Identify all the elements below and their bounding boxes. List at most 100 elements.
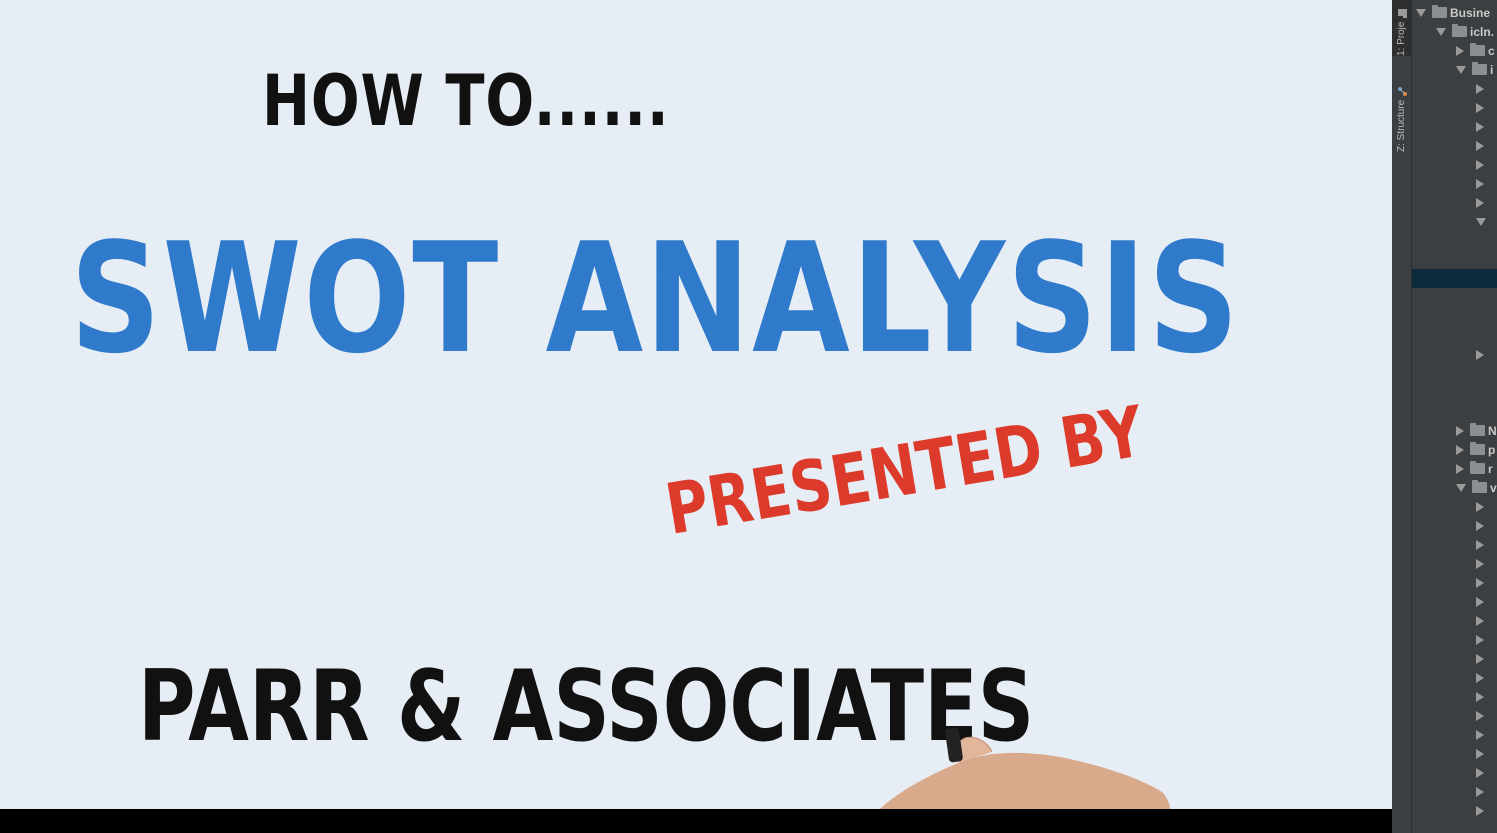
tree-row[interactable]: v	[1412, 478, 1497, 497]
tree-row[interactable]	[1412, 687, 1497, 706]
collapsed-arrow-icon[interactable]	[1476, 767, 1484, 778]
tree-row[interactable]	[1412, 250, 1497, 269]
tree-item-label: Busine	[1450, 5, 1491, 20]
tree-item-label: N	[1488, 423, 1497, 438]
collapsed-arrow-icon[interactable]	[1476, 349, 1484, 360]
tree-row[interactable]	[1412, 288, 1497, 307]
tree-row[interactable]	[1412, 98, 1497, 117]
collapsed-arrow-icon[interactable]	[1476, 748, 1484, 759]
tree-row[interactable]	[1412, 212, 1497, 231]
tree-row[interactable]	[1412, 497, 1497, 516]
tree-item-label: p	[1488, 442, 1496, 457]
tree-row[interactable]	[1412, 364, 1497, 383]
collapsed-arrow-icon[interactable]	[1476, 729, 1484, 740]
collapsed-arrow-icon[interactable]	[1476, 786, 1484, 797]
tree-row[interactable]	[1412, 231, 1497, 250]
tree-row[interactable]	[1412, 136, 1497, 155]
folder-icon	[1432, 5, 1447, 18]
tree-row[interactable]: r	[1412, 459, 1497, 478]
tree-row[interactable]	[1412, 649, 1497, 668]
folder-icon	[1470, 423, 1485, 436]
tree-row[interactable]: i	[1412, 60, 1497, 79]
collapsed-arrow-icon[interactable]	[1476, 121, 1484, 132]
collapsed-arrow-icon[interactable]	[1476, 197, 1484, 208]
tree-row[interactable]	[1412, 269, 1497, 288]
tree-row[interactable]	[1412, 611, 1497, 630]
collapsed-arrow-icon[interactable]	[1476, 520, 1484, 531]
collapsed-arrow-icon[interactable]	[1476, 634, 1484, 645]
tree-row[interactable]: p	[1412, 440, 1497, 459]
collapsed-arrow-icon[interactable]	[1476, 672, 1484, 683]
tree-row[interactable]	[1412, 554, 1497, 573]
collapsed-arrow-icon[interactable]	[1476, 596, 1484, 607]
tree-row[interactable]	[1412, 326, 1497, 345]
video-frame[interactable]: HOW TO...... SWOT ANALYSIS PRESENTED BY …	[0, 0, 1392, 809]
tree-row[interactable]	[1412, 79, 1497, 98]
tree-row[interactable]	[1412, 174, 1497, 193]
collapsed-arrow-icon[interactable]	[1476, 653, 1484, 664]
tree-row[interactable]	[1412, 535, 1497, 554]
tree-item-label: icln.	[1470, 24, 1495, 39]
tree-item-label: c	[1488, 43, 1495, 58]
tree-row[interactable]	[1412, 117, 1497, 136]
tree-row[interactable]	[1412, 193, 1497, 212]
collapsed-arrow-icon[interactable]	[1476, 102, 1484, 113]
expanded-arrow-icon[interactable]	[1456, 65, 1466, 74]
collapsed-arrow-icon[interactable]	[1476, 178, 1484, 189]
collapsed-arrow-icon[interactable]	[1476, 615, 1484, 626]
tree-item-label: i	[1490, 62, 1494, 77]
tree-row[interactable]: Busine	[1412, 3, 1497, 22]
structure-tool-tab[interactable]: Z: Structure	[1392, 70, 1411, 152]
tree-row[interactable]	[1412, 155, 1497, 174]
tree-item-label: r	[1488, 461, 1493, 476]
expanded-arrow-icon[interactable]	[1476, 217, 1486, 226]
collapsed-arrow-icon[interactable]	[1476, 805, 1484, 816]
collapsed-arrow-icon[interactable]	[1476, 691, 1484, 702]
collapsed-arrow-icon[interactable]	[1476, 539, 1484, 550]
tree-row[interactable]: c	[1412, 41, 1497, 60]
tree-row[interactable]	[1412, 383, 1497, 402]
tree-row[interactable]: icln.	[1412, 22, 1497, 41]
folder-icon	[1472, 480, 1487, 493]
tree-row[interactable]	[1412, 307, 1497, 326]
collapsed-arrow-icon[interactable]	[1456, 463, 1464, 474]
folder-icon	[1470, 442, 1485, 455]
tree-row[interactable]	[1412, 402, 1497, 421]
tree-row[interactable]	[1412, 744, 1497, 763]
tree-item-label: v	[1490, 480, 1497, 495]
project-tree[interactable]: Busine icln. c i Np r v	[1412, 0, 1497, 833]
collapsed-arrow-icon[interactable]	[1476, 140, 1484, 151]
collapsed-arrow-icon[interactable]	[1456, 425, 1464, 436]
tree-row[interactable]	[1412, 630, 1497, 649]
expanded-arrow-icon[interactable]	[1416, 8, 1426, 17]
expanded-arrow-icon[interactable]	[1456, 483, 1466, 492]
collapsed-arrow-icon[interactable]	[1456, 45, 1464, 56]
collapsed-arrow-icon[interactable]	[1476, 710, 1484, 721]
tree-row[interactable]	[1412, 516, 1497, 535]
tree-row[interactable]	[1412, 345, 1497, 364]
collapsed-arrow-icon[interactable]	[1456, 444, 1464, 455]
project-tool-tab[interactable]: 1: Proje	[1392, 0, 1411, 56]
tree-row[interactable]	[1412, 592, 1497, 611]
tree-row[interactable]	[1412, 782, 1497, 801]
collapsed-arrow-icon[interactable]	[1476, 501, 1484, 512]
folder-icon	[1470, 43, 1485, 56]
tree-row[interactable]	[1412, 763, 1497, 782]
video-letterbox-bar	[0, 809, 1392, 833]
tree-row[interactable]	[1412, 573, 1497, 592]
folder-icon	[1452, 24, 1467, 37]
expanded-arrow-icon[interactable]	[1436, 27, 1446, 36]
collapsed-arrow-icon[interactable]	[1476, 83, 1484, 94]
drawing-hand-icon	[880, 727, 1170, 809]
collapsed-arrow-icon[interactable]	[1476, 577, 1484, 588]
structure-icon	[1397, 86, 1408, 96]
tree-row[interactable]: N	[1412, 421, 1497, 440]
collapsed-arrow-icon[interactable]	[1476, 159, 1484, 170]
project-tab-label: 1: Proje	[1396, 21, 1407, 56]
tree-row[interactable]	[1412, 801, 1497, 820]
tool-window-strip: 1: Proje Z: Structure	[1392, 0, 1412, 833]
tree-row[interactable]	[1412, 706, 1497, 725]
tree-row[interactable]	[1412, 725, 1497, 744]
collapsed-arrow-icon[interactable]	[1476, 558, 1484, 569]
tree-row[interactable]	[1412, 668, 1497, 687]
